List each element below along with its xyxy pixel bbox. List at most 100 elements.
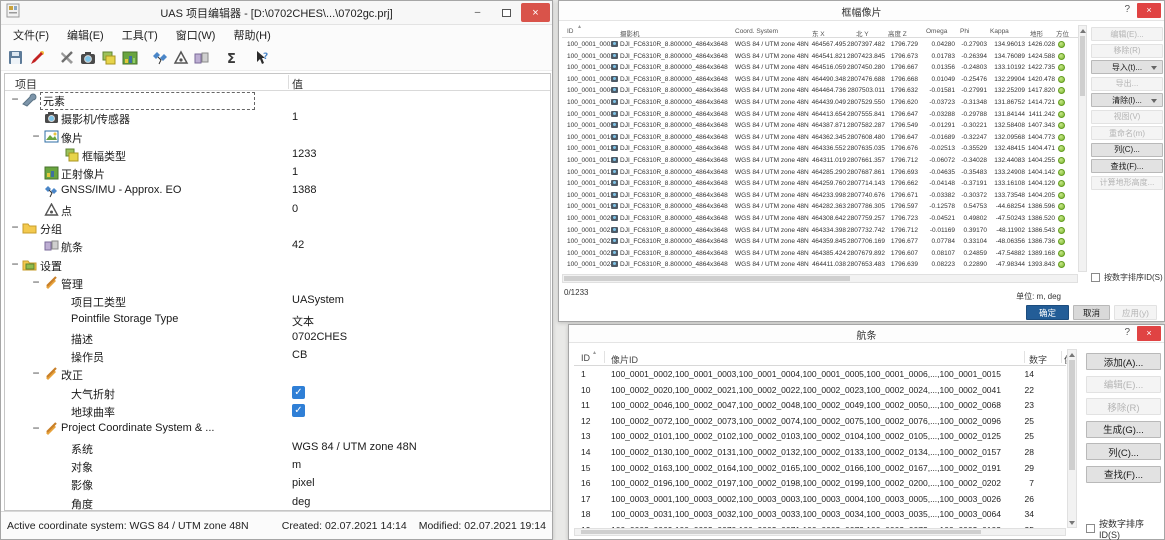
tree-item[interactable]: 角度deg [5,494,550,511]
photo-row[interactable]: 100_0001_0010DJI_FC6310R_8.800000_4864x3… [562,132,1078,144]
strip-row[interactable]: 12100_0002_0072,100_0002_0073,100_0002_0… [574,413,1066,429]
satellite-icon[interactable] [149,49,170,67]
orthophoto-icon[interactable] [119,49,140,67]
expand-collapse-icon[interactable]: − [31,366,41,380]
strip-row[interactable]: 14100_0002_0130,100_0002_0131,100_0002_0… [574,444,1066,460]
column-header[interactable]: Kappa [990,28,1009,35]
photo-row[interactable]: 100_0001_0023DJI_FC6310R_8.800000_4864x3… [562,248,1078,260]
help-icon[interactable]: ? [251,49,272,67]
strip-row[interactable]: 11100_0002_0046,100_0002_0047,100_0002_0… [574,397,1066,413]
maximize-button[interactable] [492,3,521,22]
tree-item[interactable]: 摄影机/传感器1 [5,109,550,127]
photo-row[interactable]: 100_0001_0004DJI_FC6310R_8.800000_4864x3… [562,62,1078,74]
photo-row[interactable]: 100_0001_0007DJI_FC6310R_8.800000_4864x3… [562,97,1078,109]
tree-item[interactable]: 正射像片1 [5,164,550,182]
tree-item[interactable]: 框幅类型1233 [5,146,550,164]
panel-button[interactable]: 列(C)... [1091,143,1163,157]
tree-item[interactable]: −Project Coordinate System & ... [5,420,550,438]
camera-icon[interactable] [77,49,98,67]
photo-row[interactable]: 100_0001_0012DJI_FC6310R_8.800000_4864x3… [562,155,1078,167]
vertical-scrollbar[interactable] [1078,25,1087,272]
photo-row[interactable]: 100_0001_0014DJI_FC6310R_8.800000_4864x3… [562,178,1078,190]
tree-item[interactable]: 航条42 [5,237,550,255]
column-header[interactable]: Omega [926,28,947,35]
tree-item[interactable]: 大气折射✓ [5,384,550,402]
vertical-scrollbar[interactable] [1067,349,1077,528]
checked-checkbox[interactable]: ✓ [292,404,305,417]
photo-row[interactable]: 100_0001_0019DJI_FC6310R_8.800000_4864x3… [562,201,1078,213]
photo-row[interactable]: 100_0001_0020DJI_FC6310R_8.800000_4864x3… [562,213,1078,225]
panel-button[interactable]: 导入(t)... [1091,60,1163,74]
tree-item[interactable]: GNSS/IMU - Approx. EO1388 [5,182,550,200]
strip-row[interactable]: 15100_0002_0163,100_0002_0164,100_0002_0… [574,460,1066,476]
column-header[interactable]: 高度 Z [888,28,907,38]
tree-item[interactable]: −像片 [5,128,550,146]
photo-row[interactable]: 100_0001_0005DJI_FC6310R_8.800000_4864x3… [562,74,1078,86]
expand-collapse-icon[interactable]: − [10,257,20,271]
tree-item[interactable]: 影像pixel [5,475,550,493]
column-header[interactable]: 方位 [1056,28,1069,38]
strips-icon[interactable] [191,49,212,67]
panel-button[interactable]: 列(C)... [1086,443,1161,460]
checked-checkbox[interactable]: ✓ [292,386,305,399]
strips-titlebar[interactable]: 航条 ? × [569,325,1164,343]
photo-row[interactable]: 100_0001_0022DJI_FC6310R_8.800000_4864x3… [562,236,1078,248]
column-header[interactable]: 北 Y [856,28,869,38]
column-header[interactable]: 像片ID [611,353,638,366]
photo-row[interactable]: 100_0001_0008DJI_FC6310R_8.800000_4864x3… [562,109,1078,121]
column-header[interactable]: ID [567,28,574,35]
tree-item[interactable]: 操作员CB [5,347,550,365]
horizontal-scrollbar[interactable] [562,274,1078,283]
expand-collapse-icon[interactable]: − [31,129,41,143]
tree-item[interactable]: −改正 [5,365,550,383]
menu-item[interactable]: 工具(T) [113,25,167,45]
tree-item[interactable]: 项目工类型UASystem [5,292,550,310]
sigma-icon[interactable]: Σ [221,49,242,67]
save-icon[interactable] [5,49,26,67]
column-header[interactable]: 东 X [812,28,825,38]
photo-row[interactable]: 100_0001_0021DJI_FC6310R_8.800000_4864x3… [562,225,1078,237]
menu-item[interactable]: 窗口(W) [167,25,225,45]
expand-collapse-icon[interactable]: − [31,421,41,435]
panel-button[interactable]: 清除(l)... [1091,93,1163,107]
panel-button[interactable]: 查找(F)... [1091,159,1163,173]
tree-item[interactable]: −管理 [5,274,550,292]
close-button[interactable]: × [521,3,550,22]
photo-row[interactable]: 100_0001_0024DJI_FC6310R_8.800000_4864x3… [562,259,1078,271]
titlebar[interactable]: UAS 项目编辑器 - [D:\0702CHES\...\0702gc.prj]… [1,1,552,25]
tree-item[interactable]: 对象m [5,457,550,475]
panel-button[interactable]: 添加(A)... [1086,353,1161,370]
column-header[interactable]: 数字 [1029,353,1047,366]
menu-item[interactable]: 文件(F) [4,25,58,45]
tree-item[interactable]: 描述0702CHES [5,329,550,347]
help-button[interactable]: ? [1124,327,1130,338]
strip-row[interactable]: 16100_0002_0196,100_0002_0197,100_0002_0… [574,475,1066,491]
minimize-button[interactable]: – [463,3,492,22]
tools-icon[interactable] [56,49,77,67]
close-icon[interactable]: × [1137,3,1161,18]
frame-photos-titlebar[interactable]: 框幅像片 ? × [559,1,1164,21]
numeric-sort-checkbox[interactable]: 按数字排序ID(S) [1086,517,1164,540]
photo-row[interactable]: 100_0001_0009DJI_FC6310R_8.800000_4864x3… [562,120,1078,132]
tree-item[interactable]: Pointfile Storage Type文本 [5,311,550,329]
tree-item[interactable]: −设置 [5,256,550,274]
column-header[interactable]: Phi [960,28,969,35]
expand-collapse-icon[interactable]: − [10,92,20,106]
close-icon[interactable]: × [1137,326,1161,341]
strip-row[interactable]: 17100_0003_0001,100_0003_0002,100_0003_0… [574,491,1066,507]
column-header[interactable]: 摄影机 [620,28,640,38]
tree-item[interactable]: −分组 [5,219,550,237]
photo-row[interactable]: 100_0001_0011DJI_FC6310R_8.800000_4864x3… [562,143,1078,155]
ok-button[interactable]: 确定 [1026,305,1069,320]
column-header[interactable]: Coord. System [735,28,778,35]
point-icon[interactable] [170,49,191,67]
photos-icon[interactable] [98,49,119,67]
tree-item[interactable]: 系统WGS 84 / UTM zone 48N [5,439,550,457]
numeric-sort-checkbox[interactable]: 按数字排序ID(S) [1091,272,1163,283]
strip-row[interactable]: 10100_0002_0020,100_0002_0021,100_0002_0… [574,382,1066,398]
horizontal-scrollbar[interactable] [574,528,1066,536]
panel-button[interactable]: 生成(G)... [1086,421,1161,438]
help-button[interactable]: ? [1124,4,1130,15]
photo-row[interactable]: 100_0001_0015DJI_FC6310R_8.800000_4864x3… [562,190,1078,202]
cancel-button[interactable]: 取消 [1073,305,1110,320]
